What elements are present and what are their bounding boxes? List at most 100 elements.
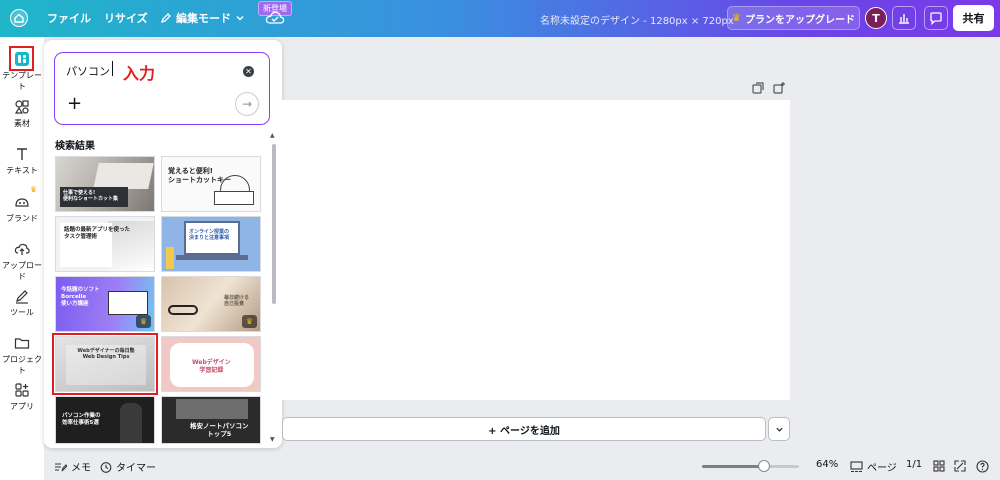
home-icon[interactable] — [10, 9, 28, 27]
rail-label: 素材 — [14, 119, 30, 128]
template-thumbnail[interactable]: パソコン作業の 効率仕事術5選 — [55, 396, 155, 444]
comment-icon — [930, 12, 942, 25]
edit-mode-label: 編集モード — [176, 12, 231, 25]
page-count: 1/1 — [906, 459, 923, 470]
notes-icon — [55, 462, 67, 471]
rail-item-brand[interactable]: ブランド — [0, 194, 44, 224]
timer-button[interactable]: タイマー — [100, 459, 156, 474]
resize-menu[interactable]: リサイズ — [104, 10, 148, 26]
folder-icon — [14, 338, 30, 349]
thumbnail-text: 今話題のソフト Borcelle 使い方講座 — [61, 287, 100, 307]
chevron-down-icon — [775, 427, 783, 432]
bar-chart-icon — [899, 14, 909, 24]
brand-icon — [15, 198, 29, 207]
thumbnail-text: 毎日続ける 自己投資 — [224, 295, 250, 308]
pencil-icon — [160, 13, 171, 24]
upgrade-label: プランをアップグレード — [744, 14, 855, 26]
share-button[interactable]: 共有 — [953, 5, 994, 31]
premium-crown-icon: ♛ — [30, 185, 38, 194]
crown-icon: ♛ — [732, 12, 741, 24]
tools-icon — [16, 290, 28, 304]
clear-search-button[interactable]: ✕ — [243, 66, 254, 77]
rail-item-projects[interactable]: プロジェクト — [0, 335, 44, 376]
thumbnail-text: 話題の最新アプリを使った タスク管理術 — [64, 227, 131, 240]
scroll-up-arrow[interactable]: ▲ — [270, 132, 275, 139]
help-icon[interactable] — [976, 460, 989, 473]
rail-label: アプリ — [10, 402, 34, 411]
results-heading: 検索結果 — [55, 141, 95, 152]
zoom-value[interactable]: 64% — [816, 459, 838, 470]
pages-icon — [850, 460, 863, 472]
annotation-label: 入力 — [123, 64, 156, 83]
search-submit-button[interactable]: → — [235, 92, 259, 116]
pages-label: ページ — [867, 463, 897, 474]
premium-crown-icon: ♛ — [136, 315, 151, 328]
template-icon — [15, 52, 29, 66]
template-search-panel: パソコン 入力 ✕ + → 検索結果 ▲ ▼ 仕事で使える! 便利なショートカッ… — [44, 40, 282, 448]
search-input[interactable]: パソコン 入力 ✕ + → — [54, 52, 270, 125]
elements-icon — [14, 100, 29, 114]
template-thumbnail[interactable]: Webデザイン 学習記録 — [161, 336, 261, 392]
top-bar: ファイル リサイズ 編集モード 新登場 名称未設定のデザイン - 1280px … — [0, 0, 1000, 37]
cloud-save-icon[interactable] — [265, 10, 285, 26]
thumbnail-text: オンライン授業の 決まりと注意事項 — [189, 229, 230, 242]
rail-label: テンプレート — [2, 71, 42, 91]
rail-item-template[interactable]: テンプレート — [0, 51, 44, 92]
timer-label: タイマー — [116, 463, 156, 474]
scrollbar[interactable] — [272, 144, 276, 304]
apps-icon — [15, 383, 29, 397]
zoom-slider-fill — [702, 465, 765, 468]
zoom-slider-handle[interactable] — [758, 460, 771, 472]
upgrade-button[interactable]: ♛ プランをアップグレード — [727, 6, 860, 30]
rail-item-text[interactable]: テキスト — [0, 146, 44, 176]
rail-label: ブランド — [6, 214, 38, 223]
scroll-down-arrow[interactable]: ▼ — [270, 436, 275, 443]
add-page-button[interactable]: + ページを追加 — [282, 417, 766, 441]
rail-item-tools[interactable]: ツール — [0, 288, 44, 318]
template-thumbnail[interactable]: オンライン授業の 決まりと注意事項 — [161, 216, 261, 272]
file-menu[interactable]: ファイル — [47, 10, 91, 26]
search-value: パソコン — [66, 65, 110, 78]
notes-button[interactable]: メモ — [54, 459, 91, 474]
rail-label: テキスト — [6, 166, 38, 175]
thumbnail-text: 仕事で使える! 便利なショートカット集 — [63, 190, 119, 203]
upload-icon — [14, 243, 30, 255]
text-caret — [112, 61, 113, 76]
zoom-slider[interactable] — [702, 460, 799, 472]
fullscreen-icon[interactable] — [954, 460, 966, 472]
selected-thumbnail-annotation — [52, 333, 158, 395]
template-thumbnail[interactable]: 毎日続ける 自己投資 ♛ — [161, 276, 261, 332]
rail-item-apps[interactable]: アプリ — [0, 382, 44, 412]
template-thumbnail[interactable]: 格安ノートパソコン トップ5 — [161, 396, 261, 444]
design-canvas[interactable] — [282, 100, 790, 400]
pages-button[interactable]: ページ — [850, 459, 897, 474]
rail-label: アップロード — [2, 261, 42, 281]
left-rail: テンプレート 素材 テキスト ♛ ブランド アップロード ツール プロジェクト … — [0, 37, 44, 480]
document-title[interactable]: 名称未設定のデザイン - 1280px × 720px — [540, 12, 734, 27]
add-page-menu-button[interactable] — [768, 417, 790, 441]
duplicate-page-icon[interactable] — [751, 81, 765, 95]
template-thumbnail[interactable]: 今話題のソフト Borcelle 使い方講座 ♛ — [55, 276, 155, 332]
rail-item-elements[interactable]: 素材 — [0, 99, 44, 129]
notes-label: メモ — [71, 463, 91, 474]
template-thumbnail[interactable]: 仕事で使える! 便利なショートカット集 — [55, 156, 155, 212]
insights-button[interactable] — [892, 6, 916, 30]
thumbnail-text: 格安ノートパソコン トップ5 — [190, 422, 249, 439]
rail-label: プロジェクト — [2, 355, 42, 375]
edit-mode-menu[interactable]: 編集モード — [160, 10, 245, 26]
premium-crown-icon: ♛ — [242, 315, 257, 328]
thumbnail-text: パソコン作業の 効率仕事術5選 — [62, 413, 101, 426]
rail-label: ツール — [10, 308, 34, 317]
grid-view-icon[interactable] — [933, 460, 945, 472]
add-filter-button[interactable]: + — [67, 93, 82, 114]
avatar[interactable]: T — [865, 7, 887, 29]
bottom-bar: メモ タイマー 64% ページ 1/1 — [44, 452, 1000, 480]
thumbnail-text: 覚えると便利! ショートカットキー — [168, 167, 231, 184]
comment-button[interactable] — [924, 6, 948, 30]
template-thumbnail[interactable]: 覚えると便利! ショートカットキー — [161, 156, 261, 212]
add-page-icon[interactable] — [772, 81, 786, 95]
chevron-down-icon — [236, 16, 244, 21]
timer-icon — [100, 461, 112, 473]
rail-item-upload[interactable]: アップロード — [0, 241, 44, 282]
template-thumbnail[interactable]: 話題の最新アプリを使った タスク管理術 — [55, 216, 155, 272]
